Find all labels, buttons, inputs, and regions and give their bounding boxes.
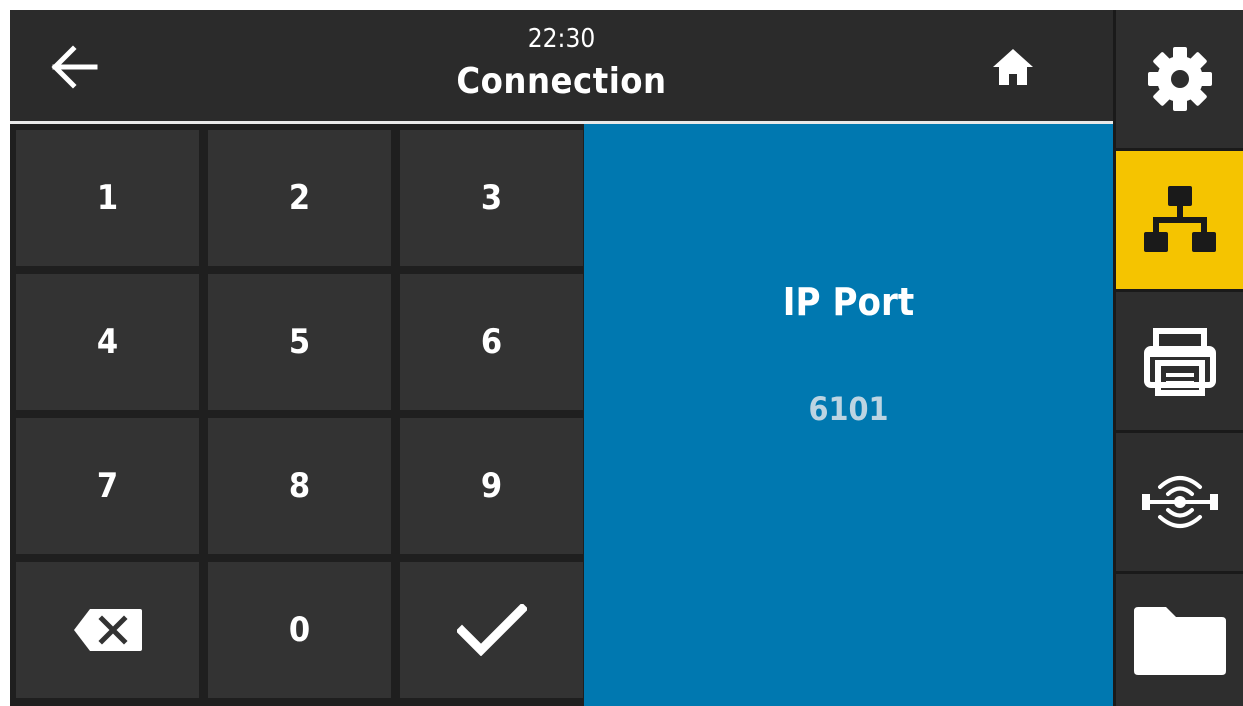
network-icon — [1143, 186, 1216, 252]
sidebar-item-sensors[interactable] — [1116, 433, 1243, 571]
key-4[interactable]: 4 — [16, 274, 199, 410]
sidebar-item-storage[interactable] — [1116, 574, 1243, 706]
sidebar-item-print[interactable] — [1116, 292, 1243, 430]
confirm-button[interactable] — [400, 562, 583, 698]
clock-time: 22:30 — [527, 24, 596, 54]
backspace-button[interactable] — [16, 562, 199, 698]
key-7[interactable]: 7 — [16, 418, 199, 554]
sidebar-item-connection[interactable] — [1116, 151, 1243, 289]
key-6[interactable]: 6 — [400, 274, 583, 410]
header-bar: 22:30 Connection — [10, 10, 1113, 121]
sensor-icon — [1141, 476, 1218, 528]
key-8[interactable]: 8 — [208, 418, 391, 554]
checkmark-icon — [456, 604, 527, 656]
key-5[interactable]: 5 — [208, 274, 391, 410]
printer-icon — [1143, 328, 1216, 396]
key-9[interactable]: 9 — [400, 418, 583, 554]
folder-icon — [1133, 607, 1226, 675]
sidebar — [1113, 10, 1243, 706]
home-icon — [993, 49, 1033, 85]
field-value-panel: IP Port 6101 — [584, 124, 1113, 706]
field-label: IP Port — [782, 280, 915, 324]
key-3[interactable]: 3 — [400, 130, 583, 266]
key-1[interactable]: 1 — [16, 130, 199, 266]
numeric-keypad: 1 2 3 4 5 6 7 8 9 0 — [10, 124, 584, 706]
home-button[interactable] — [968, 32, 1058, 102]
sidebar-item-settings[interactable] — [1116, 10, 1243, 148]
gear-icon — [1147, 47, 1212, 111]
backspace-icon — [73, 609, 142, 651]
key-2[interactable]: 2 — [208, 130, 391, 266]
page-title: Connection — [456, 61, 667, 102]
key-0[interactable]: 0 — [208, 562, 391, 698]
field-value: 6101 — [808, 390, 889, 428]
printer-screen: 22:30 Connection 1 2 3 4 5 6 7 8 9 0 IP … — [10, 10, 1243, 706]
